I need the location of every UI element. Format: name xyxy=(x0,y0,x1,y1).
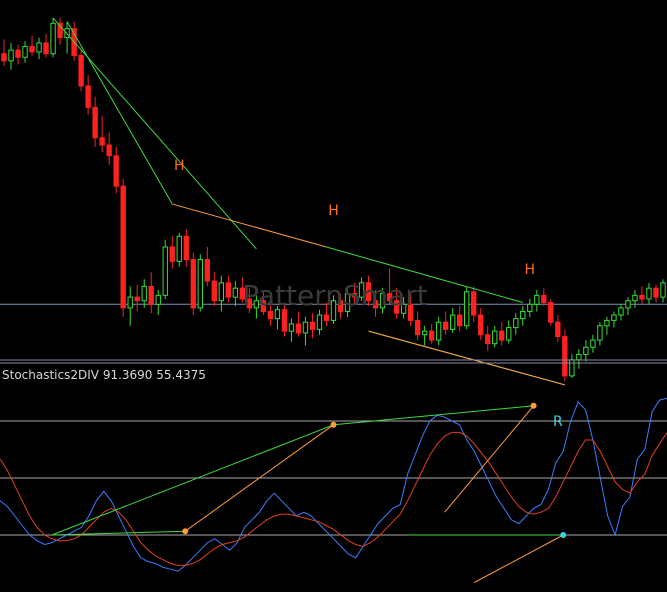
candle xyxy=(548,298,554,326)
candle-body xyxy=(485,334,491,345)
indicator-values: 91.3690 55.4375 xyxy=(103,368,206,382)
candle-body xyxy=(232,287,239,298)
candle-body xyxy=(435,321,442,341)
candle-body xyxy=(457,314,463,327)
candle-body xyxy=(534,294,540,305)
candle-body xyxy=(316,314,323,330)
candle-body xyxy=(113,155,119,187)
candle-body xyxy=(576,353,582,361)
pattern-label: R xyxy=(553,414,563,430)
candle-body xyxy=(639,294,645,300)
candle-body xyxy=(541,294,547,304)
candle-body xyxy=(29,46,35,53)
candle xyxy=(562,329,568,382)
candle-body xyxy=(141,285,147,302)
candle xyxy=(78,50,84,92)
candle-body xyxy=(323,314,330,321)
pattern-label: H xyxy=(525,262,536,278)
pattern-label: H xyxy=(174,158,185,174)
divergence-point xyxy=(182,528,189,535)
candle-body xyxy=(106,144,112,157)
candle xyxy=(190,252,196,316)
candle-body xyxy=(464,291,470,327)
candle-body xyxy=(527,303,533,312)
candle-body xyxy=(590,339,596,348)
divergence-point xyxy=(530,402,537,409)
candle xyxy=(464,286,470,330)
divergence-point xyxy=(330,421,337,428)
candle-body xyxy=(632,294,638,302)
candle-body xyxy=(660,282,666,298)
candle-body xyxy=(99,137,105,146)
candle-body xyxy=(78,54,84,87)
candle-body xyxy=(162,246,168,296)
candle xyxy=(162,239,168,299)
candle-body xyxy=(197,259,203,309)
candle-body xyxy=(288,323,295,332)
candle-body xyxy=(211,280,217,302)
candle-body xyxy=(36,42,42,53)
candle-body xyxy=(302,321,309,334)
candle-body xyxy=(204,259,210,282)
candle-body xyxy=(555,321,561,338)
candle-body xyxy=(653,287,659,298)
candle-body xyxy=(134,296,140,302)
candle-body xyxy=(309,321,316,330)
candle-body xyxy=(281,309,288,332)
candle-body xyxy=(421,330,428,336)
candle-body xyxy=(43,42,49,55)
candle-body xyxy=(597,325,603,341)
candle-body xyxy=(295,323,302,334)
candle-body xyxy=(625,300,631,309)
candle-body xyxy=(190,259,196,309)
candle-body xyxy=(8,49,14,62)
candle-body xyxy=(611,314,617,321)
candle xyxy=(197,254,203,312)
candle-body xyxy=(148,285,154,305)
candle-body xyxy=(155,294,161,305)
candle-body xyxy=(92,106,98,139)
candle-body xyxy=(569,359,575,377)
candle-body xyxy=(520,310,526,320)
indicator-name: Stochastics2DIV xyxy=(2,368,103,382)
candle-body xyxy=(225,282,232,298)
candle-body xyxy=(583,346,589,355)
candle-body xyxy=(499,330,505,341)
candle-body xyxy=(646,287,652,300)
pattern-label: H xyxy=(328,203,339,219)
candle-body xyxy=(1,53,7,62)
candle-body xyxy=(22,46,28,58)
chart: H H H R PatternSmart Stochastics2DIV 91.369… xyxy=(0,0,667,592)
candle-body xyxy=(506,327,512,341)
candle-body xyxy=(414,319,421,336)
candle-body xyxy=(492,330,498,345)
candle xyxy=(50,17,56,58)
candle xyxy=(120,179,126,317)
candle-body xyxy=(562,336,568,377)
candle-body xyxy=(618,307,624,316)
candle-body xyxy=(50,22,56,55)
candle-body xyxy=(169,246,175,262)
candle-body xyxy=(218,282,225,302)
candle xyxy=(176,232,182,267)
candle-body xyxy=(548,302,554,323)
candle-body xyxy=(176,235,182,262)
candle-body xyxy=(127,296,133,309)
candle-body xyxy=(478,314,484,336)
candle-body xyxy=(428,330,435,341)
divergence-point xyxy=(560,532,567,538)
candle-body xyxy=(471,291,477,316)
indicator-title: Stochastics2DIV 91.3690 55.4375 xyxy=(2,368,206,382)
candle-body xyxy=(450,314,456,330)
candle-body xyxy=(442,321,449,330)
candle-body xyxy=(513,318,519,329)
watermark: PatternSmart xyxy=(242,279,427,312)
candle-body xyxy=(604,319,610,327)
candle-body xyxy=(120,185,126,309)
candle-body xyxy=(15,49,21,58)
candle-body xyxy=(183,235,189,261)
candle-body xyxy=(85,85,91,108)
candle-body xyxy=(267,310,274,320)
